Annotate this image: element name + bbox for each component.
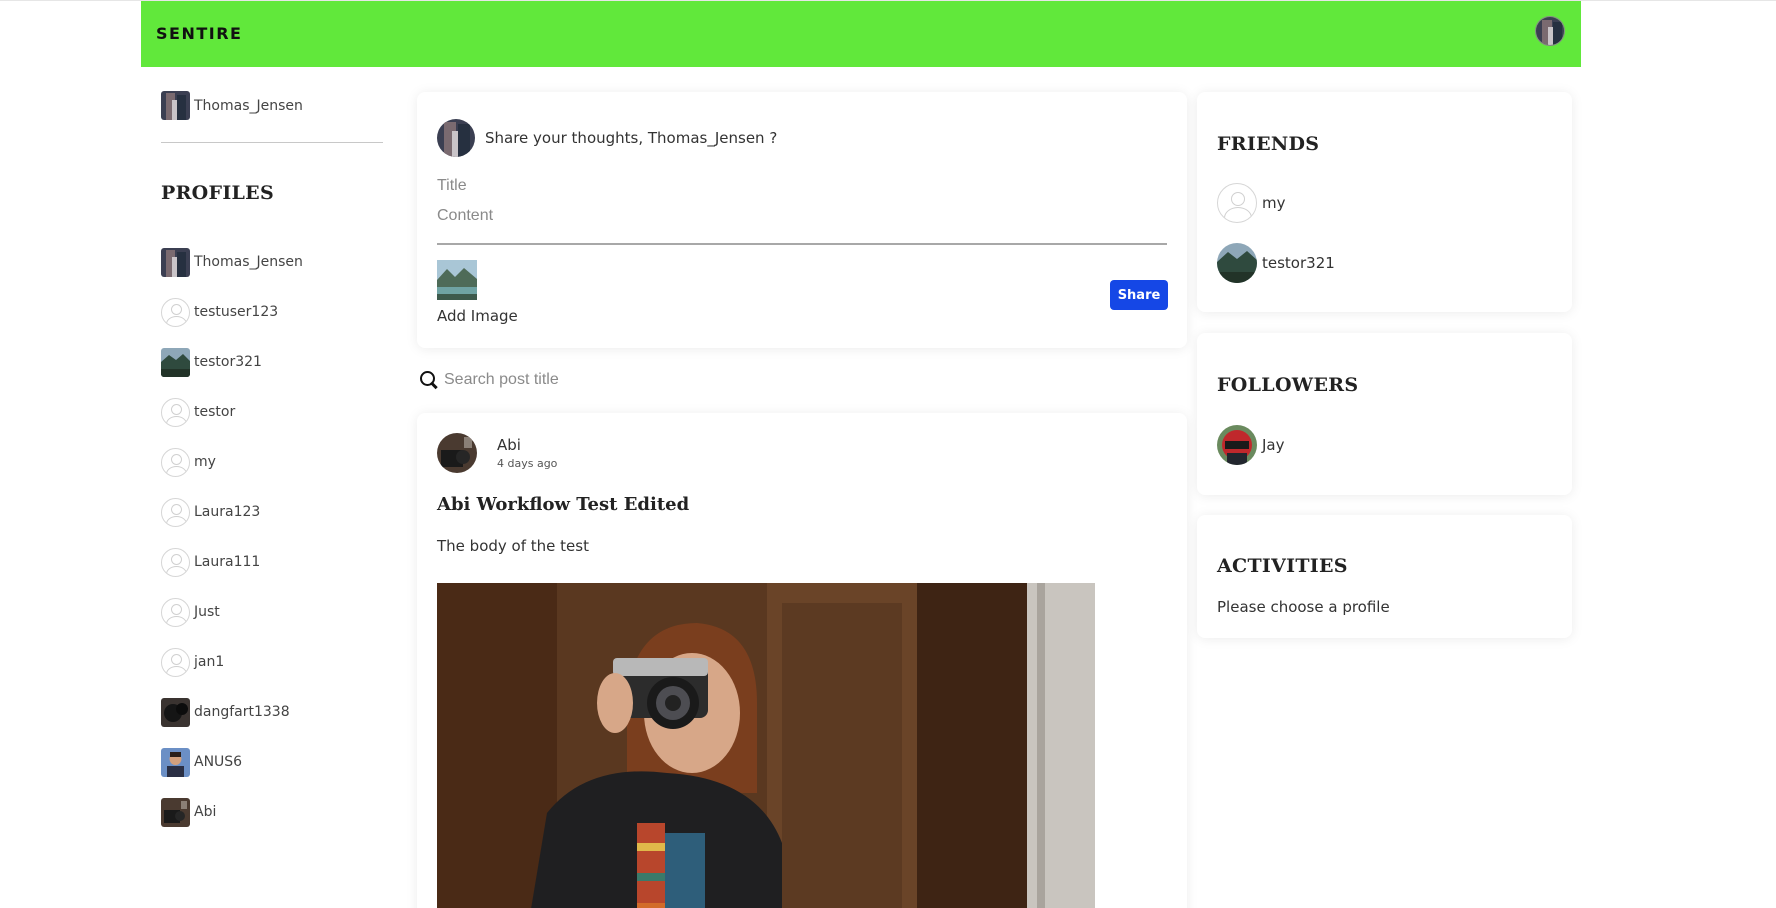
profile-name: Laura111 [194, 554, 261, 570]
friends-card: FRIENDS my testor321 [1197, 92, 1572, 312]
profile-avatar [161, 247, 190, 277]
friend-item[interactable]: testor321 [1217, 243, 1335, 283]
nav-user-avatar[interactable] [1535, 16, 1565, 46]
profile-name: Laura123 [194, 504, 261, 520]
friend-name: testor321 [1262, 254, 1335, 272]
profile-item[interactable]: ANUS6 [161, 737, 303, 787]
post-content-input[interactable] [437, 205, 1167, 227]
profile-name: my [194, 454, 216, 470]
add-image-link[interactable]: Add Image [437, 307, 518, 325]
post-body: The body of the test [437, 537, 589, 555]
sidebar-divider [161, 142, 383, 143]
composer-divider [437, 243, 1167, 245]
profile-avatar [161, 347, 190, 377]
profile-item[interactable]: Just [161, 587, 303, 637]
activities-message: Please choose a profile [1217, 598, 1390, 616]
friend-item[interactable]: my [1217, 183, 1286, 223]
friend-avatar [1217, 243, 1257, 283]
profile-item[interactable]: Thomas_Jensen [161, 237, 303, 287]
post-header: Abi 4 days ago [437, 433, 557, 473]
current-user-name: Thomas_Jensen [194, 97, 303, 114]
profile-item[interactable]: Laura111 [161, 537, 303, 587]
post-title-input[interactable] [437, 175, 1167, 197]
profile-name: testor321 [194, 354, 262, 370]
activities-title: ACTIVITIES [1217, 555, 1348, 577]
profile-name: ANUS6 [194, 754, 243, 770]
followers-title: FOLLOWERS [1217, 374, 1359, 396]
post-image [437, 583, 1095, 908]
profile-item[interactable]: dangfart1338 [161, 687, 303, 737]
post-time: 4 days ago [497, 457, 558, 470]
profile-name: dangfart1338 [194, 704, 290, 720]
default-avatar-icon [161, 447, 190, 477]
profile-name: testor [194, 404, 236, 420]
default-avatar-icon [161, 297, 190, 327]
navbar: SENTIRE [141, 1, 1581, 67]
profile-name: Just [194, 604, 220, 620]
profile-avatar [161, 697, 190, 727]
profile-item[interactable]: Laura123 [161, 487, 303, 537]
post-card: Abi 4 days ago Abi Workflow Test Edited … [417, 413, 1187, 908]
profile-name: Abi [194, 804, 217, 820]
profile-item[interactable]: jan1 [161, 637, 303, 687]
composer-user-avatar [437, 119, 475, 157]
default-avatar-icon [161, 647, 190, 677]
default-avatar-icon [161, 597, 190, 627]
brand-logo[interactable]: SENTIRE [156, 24, 242, 43]
current-user-avatar [161, 91, 190, 120]
post-composer: Share your thoughts, Thomas_Jensen ? Add… [417, 92, 1187, 348]
follower-item[interactable]: Jay [1217, 425, 1285, 465]
post-title: Abi Workflow Test Edited [437, 494, 690, 515]
profile-item[interactable]: testor321 [161, 337, 303, 387]
profile-name: jan1 [194, 654, 225, 670]
default-avatar-icon [1217, 183, 1257, 223]
default-avatar-icon [161, 497, 190, 527]
profile-avatar [161, 797, 190, 827]
composer-prompt: Share your thoughts, Thomas_Jensen ? [485, 129, 778, 147]
activities-card: ACTIVITIES Please choose a profile [1197, 515, 1572, 638]
search-input[interactable] [444, 371, 1144, 389]
profile-list: Thomas_Jensen testuser123 testor321 test… [161, 237, 303, 837]
profile-name: Thomas_Jensen [194, 254, 303, 270]
post-author-avatar[interactable] [437, 433, 477, 473]
image-upload-icon[interactable] [437, 260, 477, 300]
post-author[interactable]: Abi [497, 436, 557, 454]
profile-avatar [161, 747, 190, 777]
follower-name: Jay [1262, 436, 1285, 454]
post-search [419, 368, 1189, 392]
friend-name: my [1262, 194, 1286, 212]
search-icon [419, 370, 439, 390]
share-button[interactable]: Share [1110, 280, 1168, 310]
profile-item[interactable]: Abi [161, 787, 303, 837]
profile-item[interactable]: testor [161, 387, 303, 437]
profile-item[interactable]: testuser123 [161, 287, 303, 337]
profiles-title: PROFILES [161, 182, 274, 204]
default-avatar-icon [161, 547, 190, 577]
followers-card: FOLLOWERS Jay [1197, 333, 1572, 495]
follower-avatar [1217, 425, 1257, 465]
default-avatar-icon [161, 397, 190, 427]
friends-title: FRIENDS [1217, 133, 1320, 155]
composer-header: Share your thoughts, Thomas_Jensen ? [437, 119, 777, 157]
post-meta: Abi 4 days ago [497, 436, 557, 470]
profile-name: testuser123 [194, 304, 279, 320]
current-user-link[interactable]: Thomas_Jensen [161, 91, 303, 120]
profile-item[interactable]: my [161, 437, 303, 487]
